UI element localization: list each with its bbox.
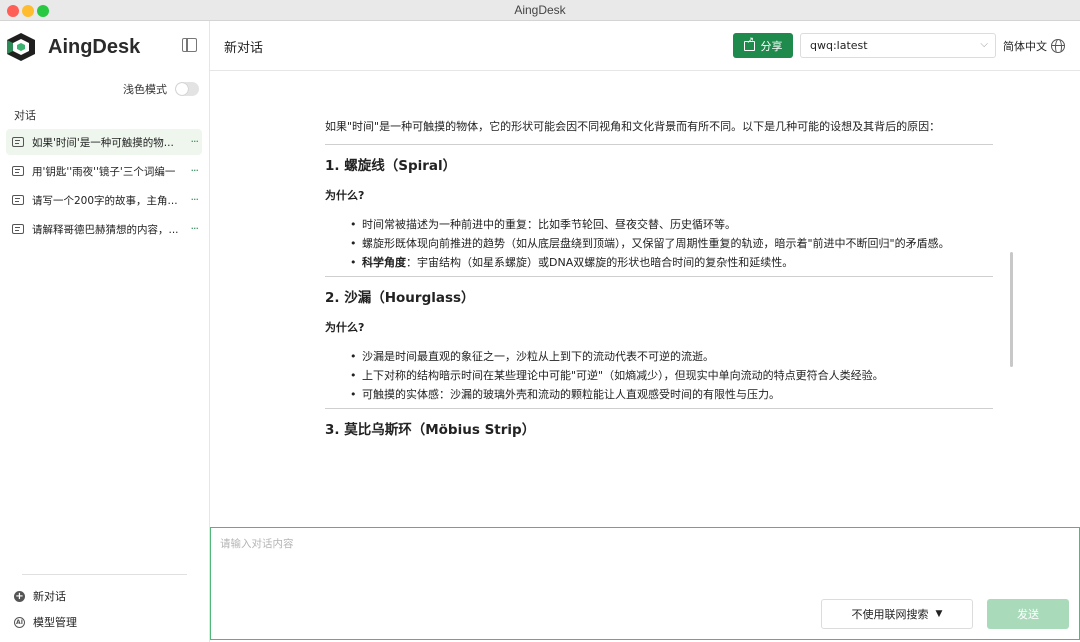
bullet-bold-prefix: 科学角度 [362,256,406,269]
new-chat-label: 新对话 [33,590,66,603]
model-select[interactable]: qwq:latest ⌵ [800,33,996,58]
send-label: 发送 [1017,608,1039,621]
page-title: 新对话 [224,41,264,56]
message-intro: 如果"时间"是一种可触摸的物体，它的形状可能会因不同视角和文化背景而有所不同。以… [325,120,941,133]
new-chat-button[interactable]: + 新对话 [14,588,66,604]
sidebar-collapse-icon[interactable] [182,38,197,52]
web-search-dropdown[interactable]: 不使用联网搜索 ▼ [821,599,973,629]
section-subheading: 为什么? [325,321,365,334]
bullet-text: 螺旋形既体现向前推进的趋势（如从底层盘绕到顶端），又保留了周期性重复的轨迹，暗示… [362,237,950,250]
bullet-item: 科学角度：宇宙结构（如星系螺旋）或DNA双螺旋的形状也暗合时间的复杂性和延续性。 [350,253,995,272]
ai-model-icon: AI [14,616,25,628]
bullet-text: 时间常被描述为一种前进中的重复：比如季节轮回、昼夜交替、历史循环等。 [362,218,736,231]
section-subheading: 为什么? [325,189,365,202]
bullet-text: 上下对称的结构暗示时间在某些理论中可能"可逆"（如熵减少），但现实中单向流动的特… [362,369,884,382]
conversation-list: 如果'时间'是一种可触摸的物... ··· 用'钥匙''雨夜''镜子'三个词编一… [6,129,202,245]
window-titlebar: AingDesk [0,0,1080,21]
bullet-list: 时间常被描述为一种前进中的重复：比如季节轮回、昼夜交替、历史循环等。 螺旋形既体… [350,215,995,272]
bullet-item: 沙漏是时间最直观的象征之一，沙粒从上到下的流动代表不可逆的流逝。 [350,347,995,366]
more-options-icon[interactable]: ··· [191,222,199,235]
bullet-text: ：宇宙结构（如星系螺旋）或DNA双螺旋的形状也暗合时间的复杂性和延续性。 [406,256,794,269]
conversation-section-label: 对话 [14,109,36,122]
divider [325,144,993,145]
language-label: 简体中文 [1003,40,1047,53]
sidebar-divider [22,574,187,575]
bullet-list: 沙漏是时间最直观的象征之一，沙粒从上到下的流动代表不可逆的流逝。 上下对称的结构… [350,347,995,404]
more-options-icon[interactable]: ··· [191,164,199,177]
send-button[interactable]: 发送 [987,599,1069,629]
theme-switch-row: 浅色模式 [123,81,199,97]
language-switch[interactable]: 简体中文 [1003,38,1065,54]
chat-bubble-icon [12,166,24,176]
chat-bubble-icon [12,137,24,147]
conversation-title: 如果'时间'是一种可触摸的物... [32,136,174,149]
bullet-item: 上下对称的结构暗示时间在某些理论中可能"可逆"（如熵减少），但现实中单向流动的特… [350,366,995,385]
message-input-area[interactable]: 请输入对话内容 不使用联网搜索 ▼ 发送 [210,527,1080,640]
section-heading: 1. 螺旋线（Spiral） [325,158,457,174]
share-icon [743,36,755,51]
section-heading: 2. 沙漏（Hourglass） [325,290,475,306]
plus-icon: + [14,590,25,602]
brand-name: AingDesk [48,35,141,58]
conversation-title: 请解释哥德巴赫猜想的内容，... [32,223,178,236]
bullet-item: 时间常被描述为一种前进中的重复：比如季节轮回、昼夜交替、历史循环等。 [350,215,995,234]
theme-toggle[interactable] [175,82,199,96]
chat-header: 新对话 分享 qwq:latest ⌵ 简体中文 [210,21,1080,71]
bullet-text: 沙漏是时间最直观的象征之一，沙粒从上到下的流动代表不可逆的流逝。 [362,350,714,363]
more-options-icon[interactable]: ··· [191,193,199,206]
chevron-down-icon: ⌵ [980,39,988,50]
bullet-item: 可触摸的实体感：沙漏的玻璃外壳和流动的颗粒能让人直观感受时间的有限性与压力。 [350,385,995,404]
conversation-title: 请写一个200字的故事，主角... [32,194,178,207]
conversation-title: 用'钥匙''雨夜''镜子'三个词编一 [32,165,176,178]
conversation-item[interactable]: 请解释哥德巴赫猜想的内容，... ··· [6,216,202,242]
model-manage-button[interactable]: AI 模型管理 [14,614,77,630]
more-options-icon[interactable]: ··· [191,135,199,148]
brand: AingDesk [4,31,140,63]
bullet-item: 螺旋形既体现向前推进的趋势（如从底层盘绕到顶端），又保留了周期性重复的轨迹，暗示… [350,234,995,253]
model-manage-label: 模型管理 [33,616,77,629]
model-select-value: qwq:latest [810,39,868,52]
conversation-item[interactable]: 如果'时间'是一种可触摸的物... ··· [6,129,202,155]
share-button[interactable]: 分享 [733,33,793,58]
message-input-placeholder: 请输入对话内容 [220,538,294,550]
window-title: AingDesk [514,3,566,17]
conversation-item[interactable]: 用'钥匙''雨夜''镜子'三个词编一 ··· [6,158,202,184]
conversation-item[interactable]: 请写一个200字的故事，主角... ··· [6,187,202,213]
web-search-label: 不使用联网搜索 [851,608,929,621]
chat-bubble-icon [12,195,24,205]
sidebar: AingDesk 浅色模式 对话 如果'时间'是一种可触摸的物... ··· 用… [0,21,210,642]
chat-content: 如果"时间"是一种可触摸的物体，它的形状可能会因不同视角和文化背景而有所不同。以… [210,72,1080,527]
theme-label: 浅色模式 [123,83,167,96]
assistant-message: 如果"时间"是一种可触摸的物体，它的形状可能会因不同视角和文化背景而有所不同。以… [325,117,995,450]
chat-bubble-icon [12,224,24,234]
divider [325,408,993,409]
divider [325,276,993,277]
scrollbar-thumb[interactable] [1010,252,1013,367]
share-label: 分享 [760,39,783,53]
globe-icon [1051,39,1065,53]
aingdesk-logo-icon [7,33,35,61]
bullet-text: 可触摸的实体感：沙漏的玻璃外壳和流动的颗粒能让人直观感受时间的有限性与压力。 [362,388,780,401]
chevron-down-icon: ▼ [935,609,943,619]
section-heading: 3. 莫比乌斯环（Möbius Strip） [325,422,536,438]
